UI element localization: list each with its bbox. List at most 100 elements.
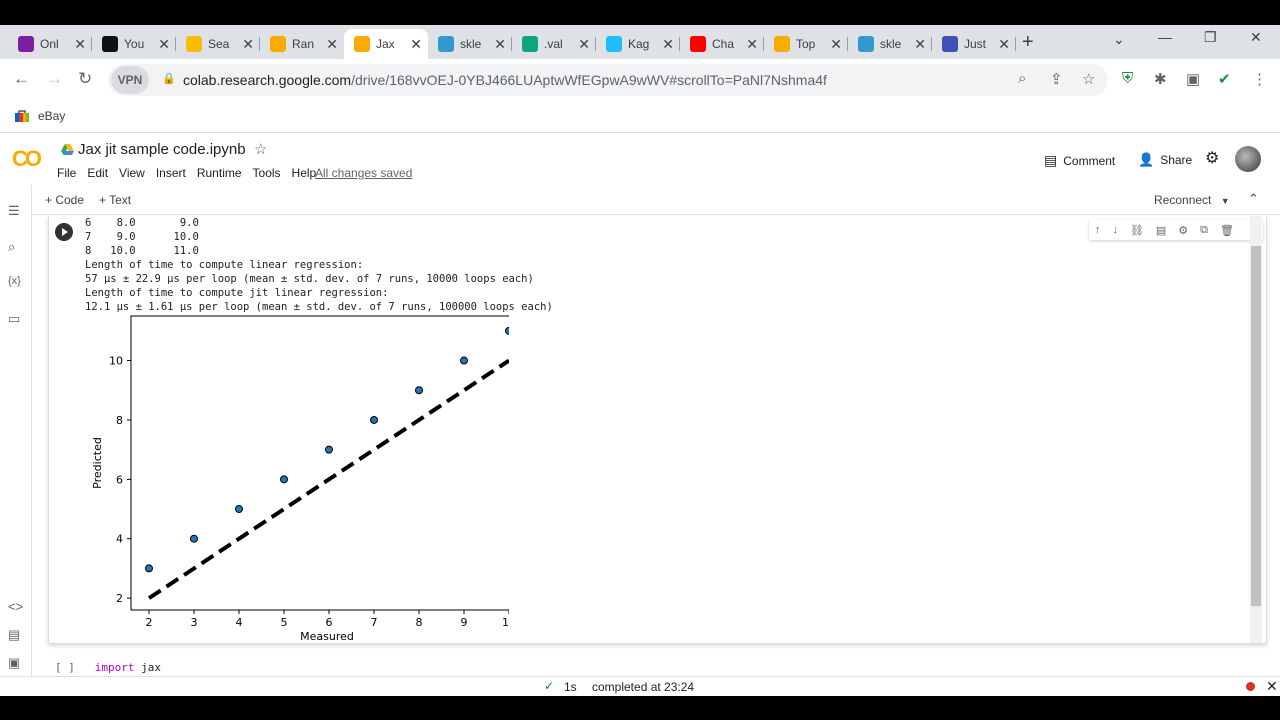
- browser-tab[interactable]: .val ✕: [512, 29, 596, 59]
- output-line: Length of time to compute linear regress…: [85, 259, 364, 271]
- tab-close-icon[interactable]: ✕: [578, 36, 590, 53]
- data-point: [235, 505, 243, 514]
- menu-item[interactable]: Help: [292, 166, 317, 180]
- link-icon[interactable]: ⛓: [1130, 224, 1144, 237]
- x-tick-label: 8: [416, 616, 423, 629]
- browser-tab[interactable]: skle ✕: [848, 29, 932, 59]
- address-bar[interactable]: VPN 🔒 colab.research.google.com/drive/16…: [108, 64, 1108, 96]
- tab-close-icon[interactable]: ✕: [998, 36, 1010, 53]
- delete-icon[interactable]: 🗑: [1220, 224, 1234, 237]
- add-text-button[interactable]: + Text: [99, 193, 131, 207]
- new-tab-button[interactable]: +: [1022, 31, 1034, 54]
- settings-gear-icon[interactable]: ⚙: [1205, 148, 1219, 168]
- checkmark-icon: ✓: [544, 679, 555, 693]
- tab-close-icon[interactable]: ✕: [158, 36, 170, 53]
- collapse-header-icon[interactable]: ⌃: [1248, 191, 1259, 207]
- save-status-link[interactable]: All changes saved: [315, 166, 412, 180]
- menu-bar: File Edit View Insert Runtime Tools Help: [57, 166, 316, 180]
- avatar[interactable]: [1235, 146, 1261, 172]
- menu-item[interactable]: File: [57, 166, 76, 180]
- extension-shield-icon[interactable]: ⛨: [1122, 70, 1133, 87]
- reconnect-button[interactable]: Reconnect ▼: [1154, 193, 1230, 207]
- data-point: [370, 415, 378, 424]
- browser-tab[interactable]: You ✕: [92, 29, 176, 59]
- scrollbar-thumb[interactable]: [1251, 246, 1261, 606]
- share-button[interactable]: 👤 Share: [1138, 152, 1192, 168]
- table-of-contents-icon[interactable]: ☰: [8, 203, 20, 219]
- google-drive-icon[interactable]: [61, 144, 74, 155]
- bookmark-star-icon[interactable]: ☆: [1082, 70, 1095, 88]
- mirror-cell-icon[interactable]: ⧉: [1200, 224, 1208, 237]
- add-code-button[interactable]: + Code: [45, 193, 84, 207]
- data-point: [325, 445, 333, 454]
- command-palette-icon[interactable]: ▤: [8, 627, 20, 643]
- vpn-badge[interactable]: VPN: [111, 66, 149, 94]
- browser-tab[interactable]: Ran ✕: [260, 29, 344, 59]
- browser-window: Onl ✕ You ✕ Sea ✕ Ran ✕ Jax ✕ skle ✕ .val ✕ Kag ✕ Cha ✕ To…: [0, 25, 1280, 696]
- back-icon[interactable]: ←: [13, 69, 30, 89]
- cell-toolbar: ↑ ↓ ⛓ ▤ ⚙ ⧉ 🗑 ⋮: [1089, 220, 1263, 240]
- search-icon[interactable]: ⌕: [8, 239, 15, 255]
- url-host: colab.research.google.com: [183, 72, 352, 88]
- comment-cell-icon[interactable]: ▤: [1156, 224, 1166, 237]
- url-text[interactable]: colab.research.google.com/drive/168vvOEJ…: [183, 72, 827, 88]
- lock-icon[interactable]: 🔒: [162, 72, 176, 85]
- menu-item[interactable]: Runtime: [197, 166, 242, 180]
- code-cell: 6 8.0 9.0 7 9.0 10.0 8 10.0 11.0 Length of …: [48, 216, 1267, 644]
- files-folder-icon[interactable]: ▭: [8, 311, 20, 327]
- forward-icon[interactable]: →: [46, 69, 63, 89]
- code-snippets-icon[interactable]: <>: [8, 599, 23, 614]
- tab-close-icon[interactable]: ✕: [914, 36, 926, 53]
- browser-tab[interactable]: Sea ✕: [176, 29, 260, 59]
- minimize-button[interactable]: —: [1158, 29, 1172, 45]
- restore-button[interactable]: ❐: [1204, 29, 1217, 46]
- cell-settings-icon[interactable]: ⚙: [1178, 224, 1188, 237]
- menu-item[interactable]: Insert: [156, 166, 186, 180]
- data-point: [415, 386, 423, 395]
- tab-close-icon[interactable]: ✕: [74, 36, 86, 53]
- comment-button[interactable]: ▤ Comment: [1044, 152, 1115, 169]
- notebook-title[interactable]: Jax jit sample code.ipynb: [78, 141, 246, 158]
- menu-item[interactable]: View: [119, 166, 145, 180]
- extension-check-icon[interactable]: ✔: [1218, 70, 1231, 88]
- browser-menu-icon[interactable]: ⋮: [1252, 70, 1267, 88]
- status-message: completed at 23:24: [592, 680, 695, 694]
- browser-tab[interactable]: Top ✕: [764, 29, 848, 59]
- browser-tab[interactable]: Onl ✕: [8, 29, 92, 59]
- zoom-search-icon[interactable]: ⌕: [1018, 70, 1026, 87]
- run-cell-icon[interactable]: [55, 223, 73, 241]
- move-up-icon[interactable]: ↑: [1095, 224, 1101, 236]
- extensions-puzzle-icon[interactable]: ✱: [1154, 70, 1167, 88]
- browser-tab[interactable]: Cha ✕: [680, 29, 764, 59]
- side-panel-icon[interactable]: ▣: [1186, 70, 1200, 88]
- terminal-icon[interactable]: ▣: [8, 655, 20, 671]
- share-page-icon[interactable]: ⇪: [1050, 70, 1063, 88]
- menu-item[interactable]: Edit: [87, 166, 108, 180]
- browser-tab[interactable]: Kag ✕: [596, 29, 680, 59]
- tab-close-icon[interactable]: ✕: [242, 36, 254, 53]
- tab-close-icon[interactable]: ✕: [326, 36, 338, 53]
- colab-logo[interactable]: CO: [12, 146, 42, 172]
- browser-tab[interactable]: skle ✕: [428, 29, 512, 59]
- variables-icon[interactable]: {x}: [8, 275, 21, 287]
- star-icon[interactable]: ☆: [254, 140, 267, 158]
- tab-label: Sea: [208, 37, 230, 51]
- tab-close-icon[interactable]: ✕: [746, 36, 758, 53]
- menu-item[interactable]: Tools: [253, 166, 281, 180]
- bookmark-ebay[interactable]: eBay: [38, 109, 65, 123]
- tab-close-icon[interactable]: ✕: [662, 36, 674, 53]
- tab-close-icon[interactable]: ✕: [494, 36, 506, 53]
- output-line: 7 9.0 10.0: [85, 231, 199, 243]
- browser-tab[interactable]: Jax ✕: [344, 29, 428, 59]
- tab-close-icon[interactable]: ✕: [830, 36, 842, 53]
- reload-icon[interactable]: ↻: [78, 69, 92, 89]
- output-scrollbar[interactable]: [1250, 216, 1262, 643]
- next-code-cell[interactable]: [ ] import jax: [55, 661, 161, 674]
- close-window-button[interactable]: ✕: [1250, 29, 1262, 46]
- browser-tab[interactable]: Just ✕: [932, 29, 1016, 59]
- close-status-icon[interactable]: ✕: [1266, 678, 1278, 695]
- tab-close-icon[interactable]: ✕: [410, 36, 422, 53]
- move-down-icon[interactable]: ↓: [1112, 224, 1118, 236]
- tab-search-icon[interactable]: ⌄: [1113, 31, 1125, 48]
- reconnect-label: Reconnect: [1154, 193, 1212, 207]
